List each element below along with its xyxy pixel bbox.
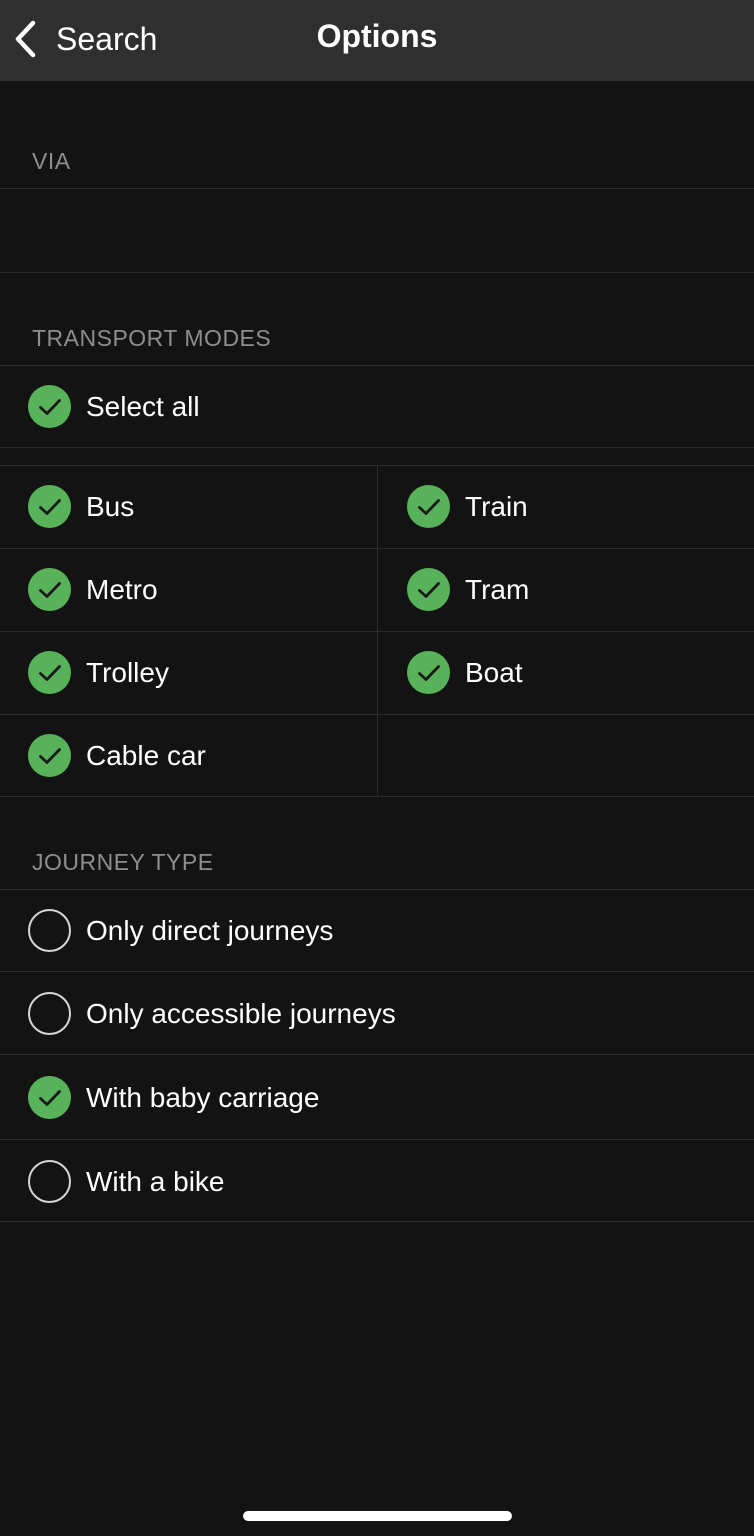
section-header-via: VIA [32,148,71,174]
page-title: Options [316,18,438,54]
mode-bus-toggle[interactable]: Bus [28,485,134,528]
checkmark-circle-icon [28,385,71,428]
select-all-toggle[interactable]: Select all [28,385,200,428]
divider [0,796,754,797]
checkmark-circle-icon [28,651,71,694]
divider [0,631,754,632]
mode-trolley-toggle[interactable]: Trolley [28,651,169,694]
section-header-transport-modes: TRANSPORT MODES [32,325,272,351]
mode-bus-label: Bus [86,490,135,522]
select-all-label: Select all [86,390,200,422]
via-input[interactable] [0,189,754,272]
mode-trolley-label: Trolley [86,656,169,688]
mode-boat-toggle[interactable]: Boat [407,651,523,694]
mode-train-label: Train [465,490,528,522]
mode-metro-label: Metro [86,573,158,605]
mode-cable-car-label: Cable car [86,739,206,771]
empty-circle-icon [28,909,71,952]
empty-circle-icon [28,1160,71,1203]
divider [0,447,754,448]
checkmark-circle-icon [28,568,71,611]
journey-bike-label: With a bike [86,1165,225,1197]
mode-cable-car-toggle[interactable]: Cable car [28,734,206,777]
divider [0,714,754,715]
divider [0,548,754,549]
checkmark-circle-icon [407,651,450,694]
journey-accessible-label: Only accessible journeys [86,997,396,1029]
home-indicator[interactable] [243,1511,512,1521]
journey-accessible-toggle[interactable]: Only accessible journeys [28,992,396,1035]
empty-circle-icon [28,992,71,1035]
divider [0,365,754,366]
checkmark-circle-icon [28,1076,71,1119]
journey-direct-toggle[interactable]: Only direct journeys [28,909,333,952]
mode-metro-toggle[interactable]: Metro [28,568,158,611]
checkmark-circle-icon [407,485,450,528]
section-header-journey-type: JOURNEY TYPE [32,849,214,875]
mode-train-toggle[interactable]: Train [407,485,528,528]
checkmark-circle-icon [28,485,71,528]
divider [0,272,754,273]
journey-baby-carriage-label: With baby carriage [86,1081,320,1113]
divider [0,889,754,890]
divider [0,1054,754,1055]
journey-baby-carriage-toggle[interactable]: With baby carriage [28,1076,319,1119]
journey-direct-label: Only direct journeys [86,914,334,946]
mode-tram-toggle[interactable]: Tram [407,568,529,611]
journey-bike-toggle[interactable]: With a bike [28,1160,225,1203]
navigation-bar: Search Options [0,0,754,81]
divider [0,971,754,972]
checkmark-circle-icon [407,568,450,611]
mode-boat-label: Boat [465,656,523,688]
mode-tram-label: Tram [465,573,530,605]
checkmark-circle-icon [28,734,71,777]
divider [0,1139,754,1140]
divider [0,1221,754,1222]
